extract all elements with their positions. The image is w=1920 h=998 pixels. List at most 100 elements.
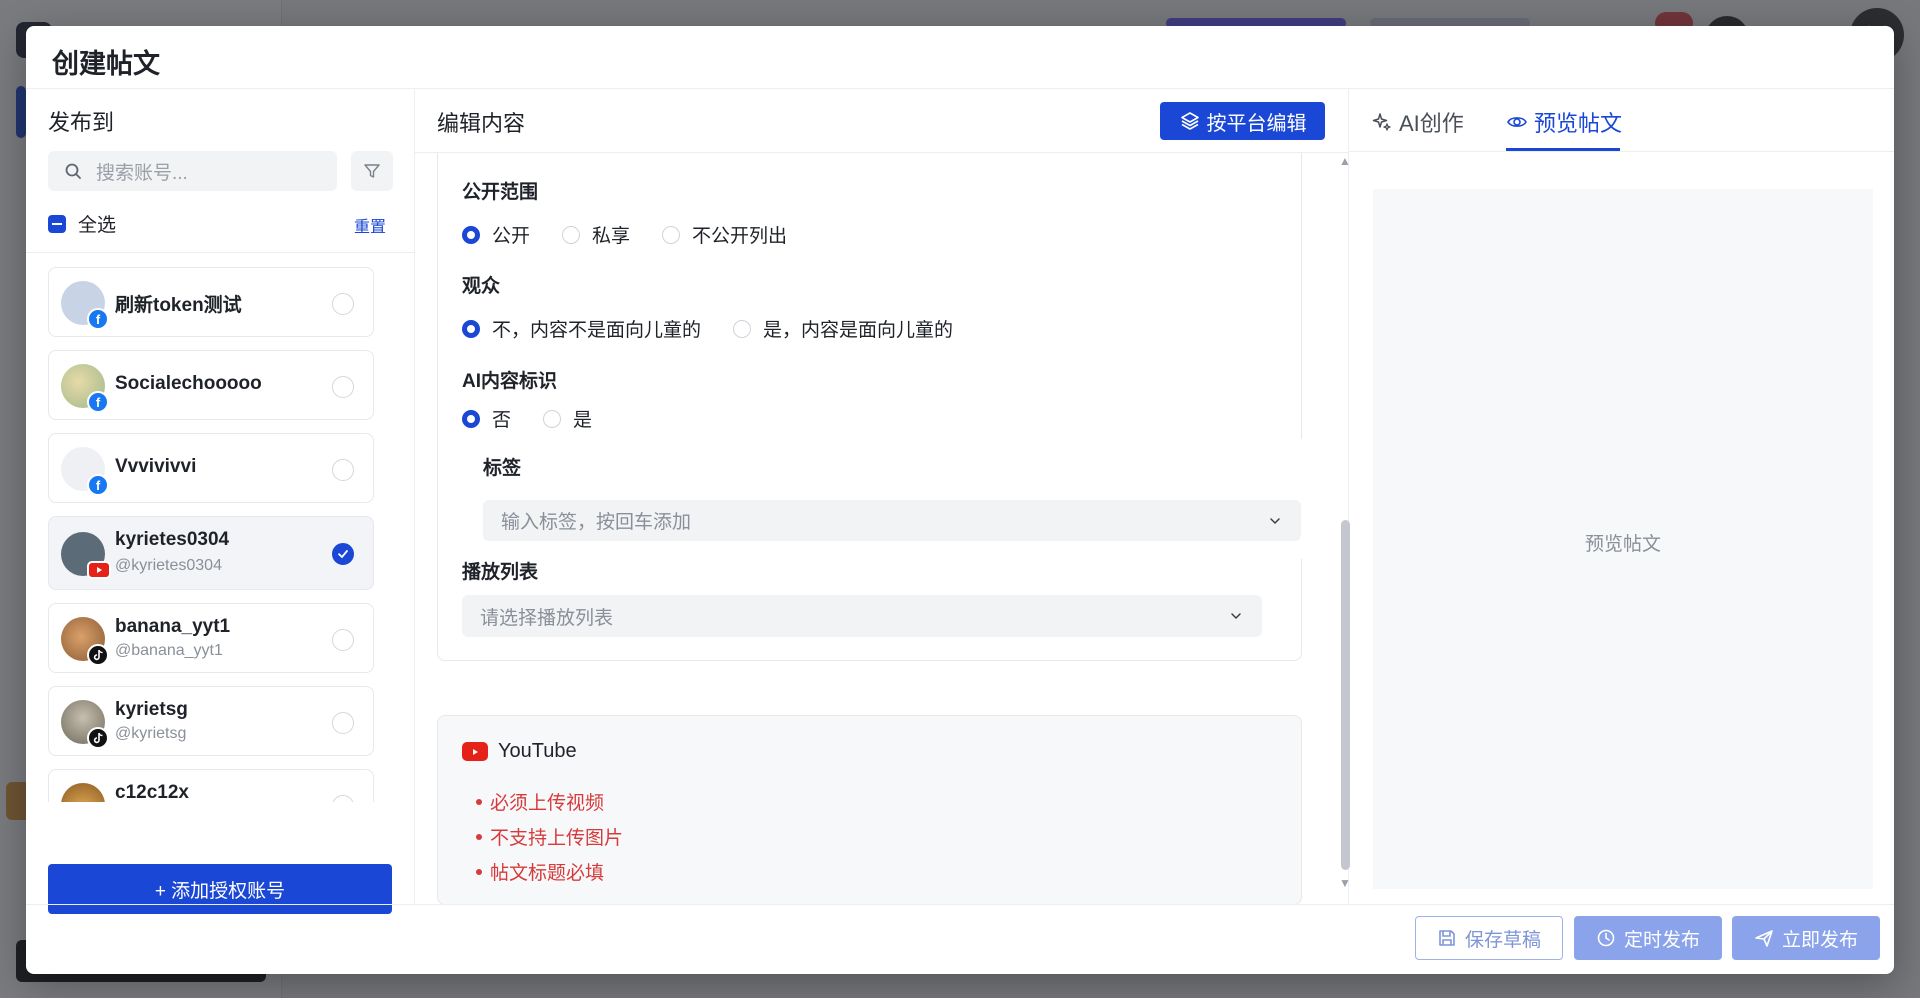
publish-to-panel: 发布到 搜索账号... 全选 重置 f 刷新token测试 f Socialec (26, 89, 415, 914)
playlist-label: 播放列表 (462, 562, 539, 583)
account-handle: @banana_yyt1 (115, 642, 223, 659)
filter-button[interactable] (351, 151, 393, 191)
account-checkbox[interactable] (332, 459, 354, 481)
youtube-requirements-header: YouTube (462, 740, 577, 763)
account-item[interactable]: c12c12x (48, 769, 374, 802)
radio-selected-icon (462, 409, 480, 428)
account-name: Socialechooooo (115, 373, 262, 394)
ai-content-radio-group: 否 是 (462, 405, 624, 432)
visibility-option-private[interactable]: 私享 (562, 221, 630, 248)
account-name: banana_yyt1 (115, 616, 231, 637)
radio-icon (733, 319, 752, 338)
playlist-select[interactable]: 请选择播放列表 (462, 595, 1262, 637)
account-handle: @kyrietsg (115, 725, 187, 742)
audience-radio-group: 不，内容不是面向儿童的 是，内容是面向儿童的 (462, 315, 985, 342)
preview-area: 预览帖文 (1373, 189, 1873, 889)
avatar (61, 783, 105, 802)
account-checkbox[interactable] (332, 629, 354, 651)
right-divider (1349, 151, 1894, 152)
account-name: Vvvivivvi (115, 456, 197, 477)
search-icon (65, 163, 81, 179)
account-checkbox[interactable] (332, 795, 354, 802)
save-icon (1439, 930, 1455, 946)
check-icon (338, 550, 348, 559)
radio-selected-icon (462, 225, 480, 244)
account-name: kyrietsg (115, 699, 188, 720)
visibility-option-unlisted[interactable]: 不公开列出 (662, 221, 787, 248)
youtube-platform-name: YouTube (498, 740, 577, 762)
save-draft-button[interactable]: 保存草稿 (1415, 916, 1563, 960)
reset-link[interactable]: 重置 (354, 213, 386, 237)
edit-by-platform-button[interactable]: 按平台编辑 (1160, 102, 1325, 140)
account-checkbox-checked[interactable] (332, 543, 354, 565)
facebook-icon: f (87, 308, 109, 330)
account-search-input[interactable]: 搜索账号... (48, 151, 337, 191)
search-placeholder: 搜索账号... (96, 162, 188, 184)
audience-label: 观众 (462, 276, 501, 297)
requirement-item: 不支持上传图片 (476, 823, 623, 850)
add-authorized-account-button[interactable]: + 添加授权账号 (48, 864, 392, 914)
account-item[interactable]: f 刷新token测试 (48, 267, 374, 337)
sparkle-icon (1372, 113, 1391, 131)
select-all-checkbox[interactable]: 全选 (48, 210, 116, 237)
account-checkbox[interactable] (332, 293, 354, 315)
eye-icon (1507, 117, 1527, 127)
visibility-label: 公开范围 (462, 182, 539, 203)
publish-now-button[interactable]: 立即发布 (1732, 916, 1880, 960)
tags-placeholder: 输入标签，按回车添加 (501, 512, 692, 533)
indeterminate-check-icon (48, 214, 66, 233)
youtube-icon (462, 742, 488, 761)
account-name: c12c12x (115, 782, 189, 802)
modal-title: 创建帖文 (52, 49, 160, 79)
requirement-item: 必须上传视频 (476, 788, 604, 815)
ai-content-label: AI内容标识 (462, 371, 558, 392)
account-item[interactable]: f Vvvivivvi (48, 433, 374, 503)
radio-selected-icon (462, 319, 480, 338)
tiktok-icon (87, 644, 109, 666)
edit-content-title: 编辑内容 (437, 111, 526, 136)
clock-icon (1597, 929, 1615, 947)
send-icon (1755, 930, 1773, 947)
tags-label: 标签 (483, 458, 522, 479)
preview-placeholder: 预览帖文 (1584, 534, 1661, 555)
tiktok-icon (87, 727, 109, 749)
preview-panel: AI创作 预览帖文 预览帖文 (1349, 89, 1894, 904)
tab-ai-creation[interactable]: AI创作 (1371, 106, 1464, 138)
facebook-icon: f (87, 391, 109, 413)
account-item[interactable]: banana_yyt1 @banana_yyt1 (48, 603, 374, 673)
account-list: f 刷新token测试 f Socialechooooo f Vvvivivvi (48, 267, 374, 802)
edit-by-platform-label: 按平台编辑 (1206, 112, 1307, 135)
schedule-publish-button[interactable]: 定时发布 (1574, 916, 1722, 960)
facebook-icon: f (87, 474, 109, 496)
account-item[interactable]: f Socialechooooo (48, 350, 374, 420)
account-name: kyrietes0304 (115, 529, 230, 550)
youtube-icon (87, 561, 111, 579)
footer-divider (26, 904, 1894, 905)
layers-icon (1180, 112, 1199, 130)
account-checkbox[interactable] (332, 376, 354, 398)
ai-content-option-yes[interactable]: 是 (543, 405, 592, 432)
account-checkbox[interactable] (332, 712, 354, 734)
visibility-radio-group: 公开 私享 不公开列出 (462, 221, 819, 248)
youtube-settings-card: 公开范围 公开 私享 不公开列出 观众 不，内容不是面向儿童的 是，内容是面向儿… (437, 153, 1302, 661)
tab-preview-post[interactable]: 预览帖文 (1506, 106, 1622, 138)
radio-icon (543, 409, 562, 428)
publish-to-title: 发布到 (48, 110, 115, 135)
youtube-requirements-card: YouTube 必须上传视频 不支持上传图片 帖文标题必填 (437, 715, 1302, 905)
requirement-item: 帖文标题必填 (476, 858, 604, 885)
audience-option-for-kids[interactable]: 是，内容是面向儿童的 (733, 315, 953, 342)
filter-icon (364, 164, 380, 178)
playlist-placeholder: 请选择播放列表 (480, 607, 614, 629)
audience-option-not-for-kids[interactable]: 不，内容不是面向儿童的 (462, 315, 701, 342)
visibility-option-public[interactable]: 公开 (462, 221, 530, 248)
left-divider (26, 252, 415, 253)
ai-content-option-no[interactable]: 否 (462, 405, 511, 432)
radio-icon (562, 225, 581, 244)
tags-field-highlight: 标签 输入标签，按回车添加 (463, 439, 1320, 559)
radio-icon (662, 225, 681, 244)
account-item[interactable]: kyrietsg @kyrietsg (48, 686, 374, 756)
account-item-selected[interactable]: kyrietes0304 @kyrietes0304 (48, 516, 374, 590)
chevron-down-icon (1231, 613, 1241, 620)
tags-input[interactable]: 输入标签，按回车添加 (483, 500, 1301, 541)
chevron-down-icon (1270, 517, 1280, 524)
